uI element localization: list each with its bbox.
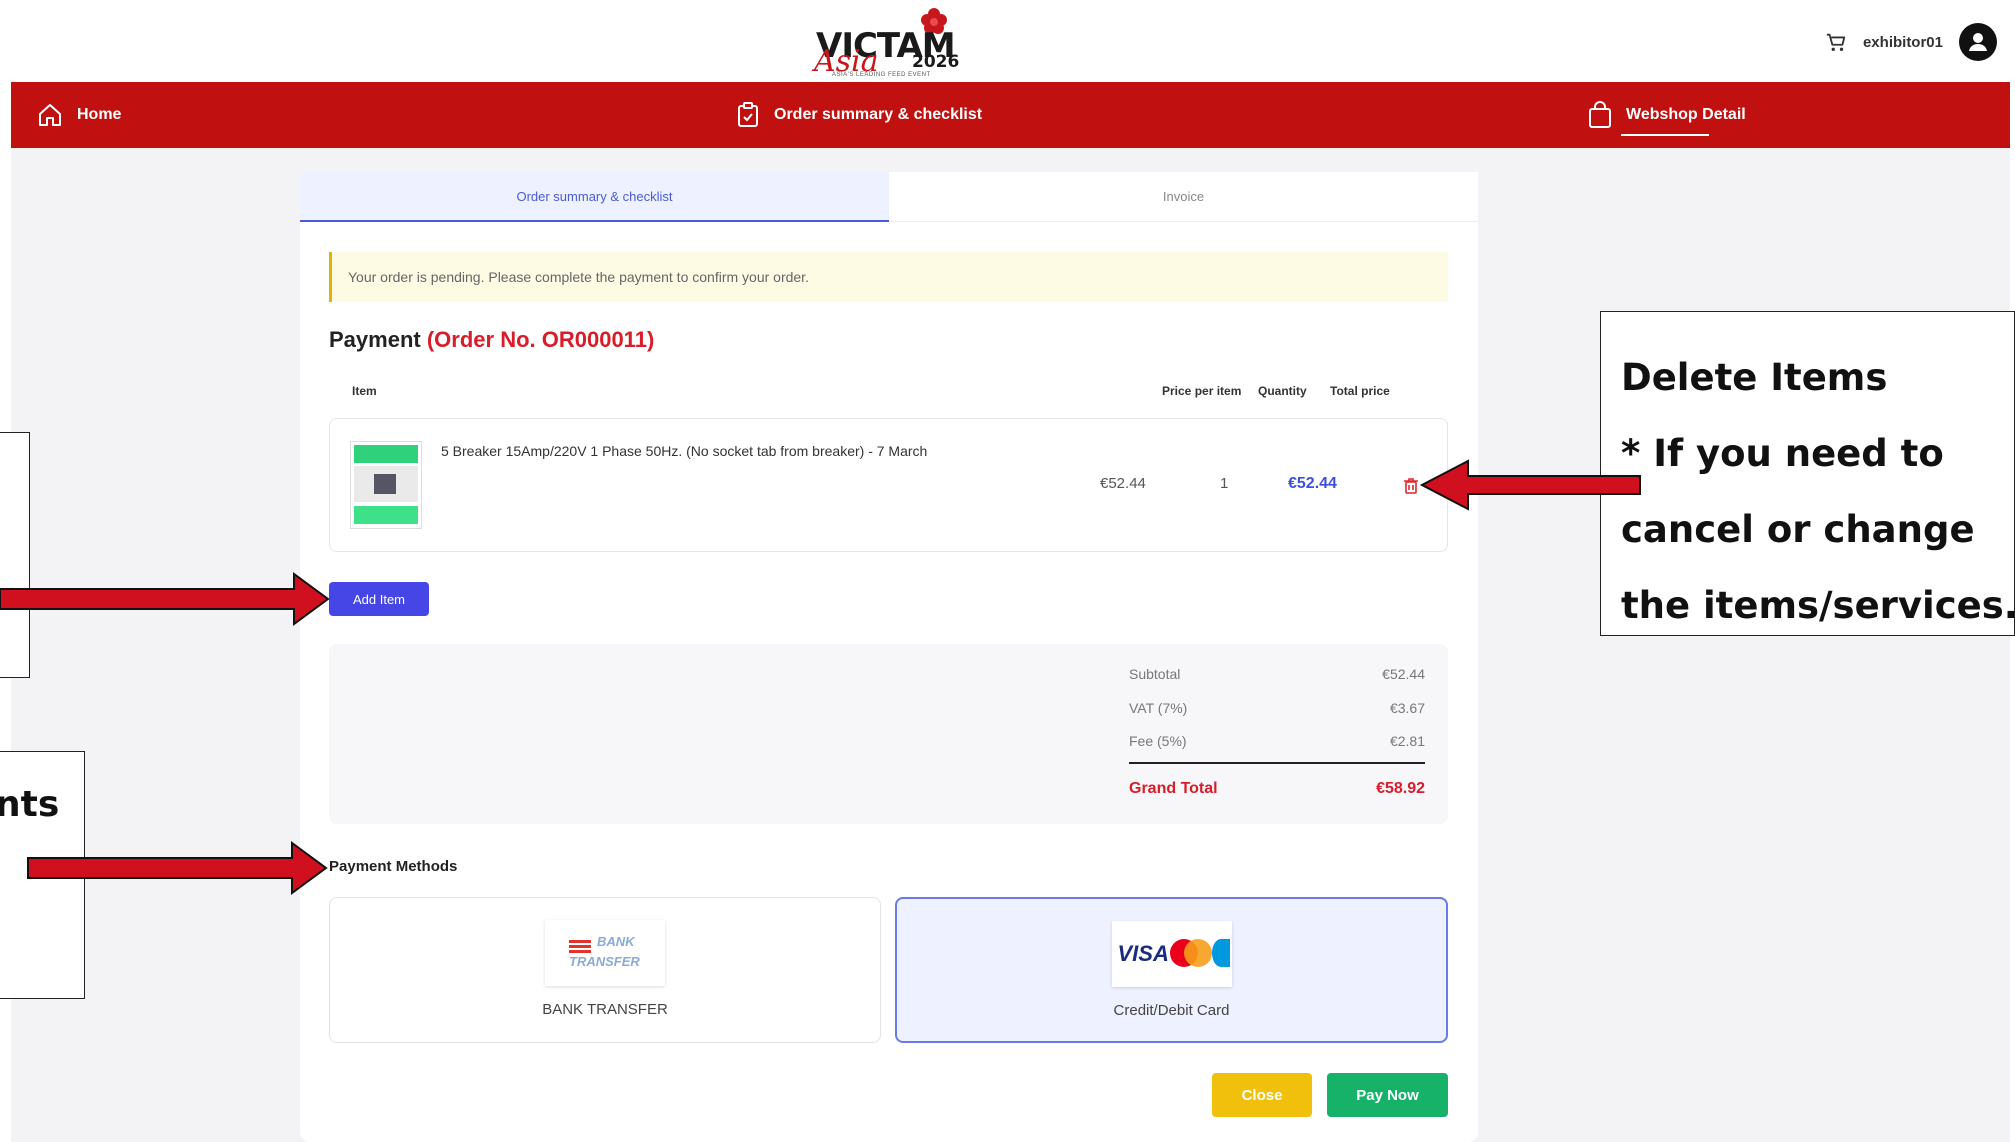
payment-title-text: Payment <box>329 327 421 352</box>
fee-value: €2.81 <box>1389 733 1425 749</box>
table-row: 5 Breaker 15Amp/220V 1 Phase 50Hz. (No s… <box>329 418 1448 552</box>
credit-card-name: Credit/Debit Card <box>1113 1002 1230 1019</box>
main-navbar: Home Order summary & checklist Webshop D… <box>11 82 2010 148</box>
order-card: Order summary & checklist Invoice Your o… <box>300 172 1478 1142</box>
grand-total-value: €58.92 <box>1376 780 1425 797</box>
nav-webshop-detail-label: Webshop Detail <box>1626 106 1746 123</box>
active-nav-indicator <box>1621 134 1709 136</box>
arrow-to-add-item <box>0 572 330 626</box>
close-button[interactable]: Close <box>1212 1073 1312 1117</box>
logo-sub-text: ASIA'S LEADING FEED EVENT <box>832 72 931 78</box>
annotation-line: the items/services. <box>1621 584 2015 627</box>
order-number: (Order No. OR000011) <box>426 327 655 352</box>
fee-label: Fee (5%) <box>1129 733 1187 749</box>
annotation-box-left-top <box>0 432 30 678</box>
visa-logo: VISA <box>1117 941 1169 966</box>
nav-home-label: Home <box>77 106 122 123</box>
avatar[interactable] <box>1959 23 1997 61</box>
item-quantity: 1 <box>1220 475 1229 492</box>
vat-value: €3.67 <box>1389 700 1425 716</box>
bank-transfer-name: BANK TRANSFER <box>542 1001 668 1018</box>
arrow-to-payment-methods <box>27 841 328 895</box>
tab-invoice[interactable]: Invoice <box>889 172 1478 222</box>
card-brands-logo: VISA <box>1111 921 1232 987</box>
annotation-fragment: nts <box>0 784 60 825</box>
vat-label: VAT (7%) <box>1129 700 1188 716</box>
user-area: exhibitor01 <box>1825 23 1997 61</box>
home-icon <box>39 104 61 126</box>
order-tabs: Order summary & checklist Invoice <box>300 172 1478 222</box>
grand-total-label: Grand Total <box>1129 780 1218 797</box>
victam-asia-logo[interactable]: VICTAM Asia 2026 ASIA'S LEADING FEED EVE… <box>812 6 960 80</box>
tab-order-summary[interactable]: Order summary & checklist <box>300 172 889 222</box>
item-thumbnail <box>350 441 422 529</box>
nav-order-summary[interactable]: Order summary & checklist <box>736 82 982 148</box>
card-network-icon <box>1211 939 1230 967</box>
totals-panel: Subtotal €52.44 VAT (7%) €3.67 Fee (5%) … <box>329 644 1448 824</box>
nav-webshop-detail[interactable]: Webshop Detail <box>1588 82 1746 148</box>
shopping-bag-icon <box>1589 101 1611 128</box>
pending-alert: Your order is pending. Please complete t… <box>329 252 1448 302</box>
item-name: 5 Breaker 15Amp/220V 1 Phase 50Hz. (No s… <box>441 443 928 459</box>
annotation-line: cancel or change <box>1621 508 1975 551</box>
column-header-item: Item <box>352 384 377 398</box>
annotation-line: Delete Items <box>1621 356 1888 399</box>
bank-logo-text-bottom: TRANSFER <box>569 954 640 969</box>
column-header-price: Price per item <box>1162 384 1242 398</box>
column-header-quantity: Quantity <box>1258 384 1307 398</box>
user-name[interactable]: exhibitor01 <box>1863 34 1943 51</box>
nav-order-summary-label: Order summary & checklist <box>774 106 983 123</box>
item-price: €52.44 <box>1100 475 1146 492</box>
user-icon <box>1969 33 1987 51</box>
annotation-line: * If you need to <box>1621 432 1944 475</box>
add-item-button[interactable]: Add Item <box>329 582 429 616</box>
mastercard-icon-overlap <box>1183 939 1212 967</box>
nav-home[interactable]: Home <box>37 82 121 148</box>
column-header-total: Total price <box>1330 384 1390 398</box>
bank-transfer-logo: BANK TRANSFER <box>545 920 665 986</box>
payment-methods-label: Payment Methods <box>329 858 458 875</box>
annotation-delete-items: Delete Items * If you need to cancel or … <box>1600 311 2015 636</box>
arrow-to-delete-icon <box>1420 459 1641 511</box>
subtotal-value: €52.44 <box>1382 666 1425 682</box>
top-bar: VICTAM Asia 2026 ASIA'S LEADING FEED EVE… <box>0 0 2015 82</box>
pay-now-button[interactable]: Pay Now <box>1327 1073 1448 1117</box>
page-title: Payment (Order No. OR000011) <box>329 327 654 353</box>
subtotal-label: Subtotal <box>1129 666 1181 682</box>
item-total: €52.44 <box>1288 475 1337 492</box>
clipboard-icon <box>738 102 758 127</box>
payment-method-credit-card[interactable]: VISA Credit/Debit Card <box>895 897 1448 1043</box>
bank-lines-icon <box>569 940 591 955</box>
bank-logo-text-top: BANK <box>597 934 635 949</box>
trash-icon[interactable] <box>1402 477 1420 495</box>
payment-method-bank-transfer[interactable]: BANK TRANSFER BANK TRANSFER <box>329 897 881 1043</box>
totals-divider <box>1129 762 1425 764</box>
logo-year-text: 2026 <box>912 52 960 72</box>
cart-icon[interactable] <box>1825 31 1847 53</box>
